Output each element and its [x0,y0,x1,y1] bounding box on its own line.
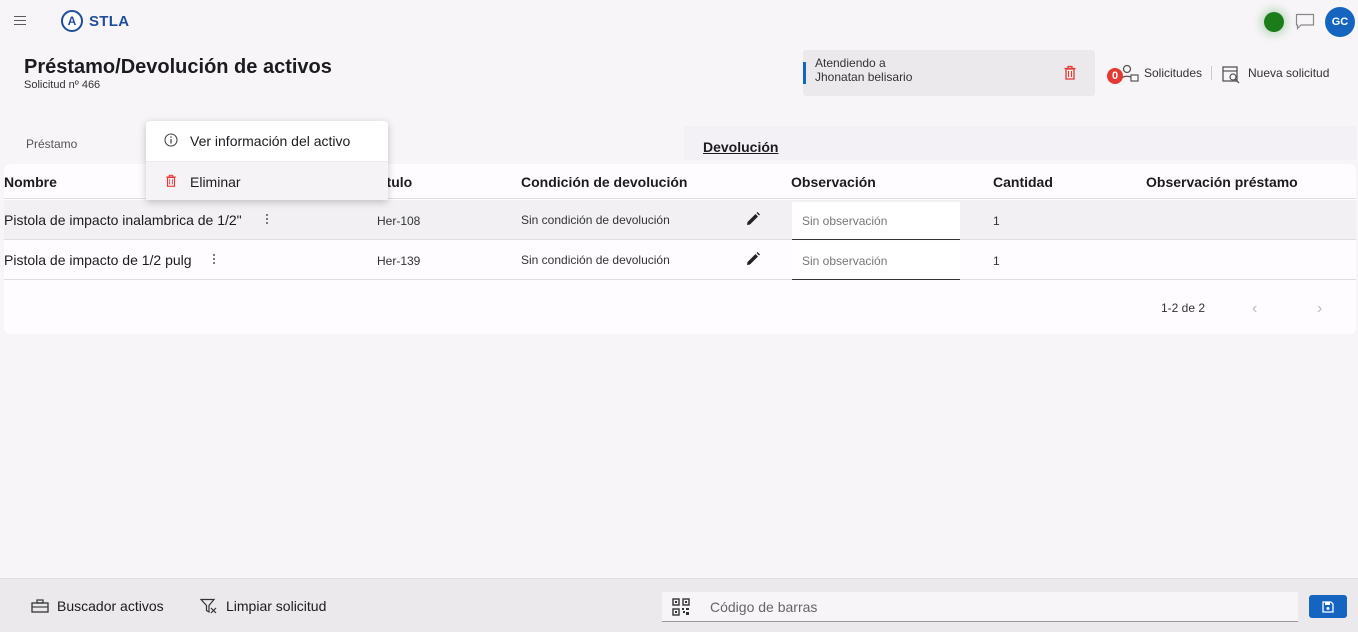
attending-card: Atendiendo a Jhonatan belisario [803,50,1095,96]
observation-input[interactable] [792,242,960,280]
page-title: Préstamo/Devolución de activos [24,56,332,78]
menu-item-view-info[interactable]: Ver información del activo [146,121,388,160]
barcode-field [662,592,1298,622]
clear-request-label: Limpiar solicitud [226,598,327,614]
menu-item-label: Ver información del activo [190,133,351,149]
new-request-icon [1222,66,1240,84]
tab-return[interactable]: Devolución [703,139,778,155]
barcode-input[interactable] [702,592,1292,622]
table-row[interactable]: Pistola de impacto de 1/2 pulg Her-139 S… [4,240,1356,280]
brand-name: STLA [89,12,130,30]
kebab-icon[interactable] [263,212,271,228]
edit-icon[interactable] [746,252,760,266]
asset-search-button[interactable]: Buscador activos [31,598,164,614]
info-icon [164,133,178,147]
save-icon [1322,600,1334,613]
logo-icon: A [61,10,83,32]
col-name[interactable]: Nombre [4,174,57,190]
chevron-right-icon[interactable]: › [1317,300,1322,318]
trash-icon [166,174,176,187]
clear-request-button[interactable]: Limpiar solicitud [200,598,326,614]
asset-label: Her-139 [377,254,421,268]
status-indicator [1264,12,1284,32]
col-observation[interactable]: Observación [791,174,876,190]
top-bar: A STLA GC [0,0,1358,44]
attending-accent-bar [803,62,806,84]
bottom-toolbar: Buscador activos Limpiar solicitud [0,578,1358,632]
toolbox-icon [31,599,49,613]
pagination-range: 1-2 de 2 [1161,301,1206,315]
col-quantity[interactable]: Cantidad [993,174,1053,190]
asset-search-label: Buscador activos [57,598,164,614]
kebab-icon[interactable] [210,252,218,268]
new-request-label: Nueva solicitud [1248,66,1330,80]
filter-clear-icon [200,598,217,614]
brand[interactable]: A STLA [61,10,129,32]
asset-label: Her-108 [377,214,421,228]
requests-badge: 0 [1107,68,1123,84]
menu-icon[interactable] [14,13,32,29]
request-number: Solicitud nº 466 [24,79,101,91]
save-button[interactable] [1309,595,1347,618]
qr-icon [672,598,690,616]
menu-item-label: Eliminar [190,174,241,190]
chevron-left-icon[interactable]: ‹ [1252,300,1257,318]
col-loan-observation[interactable]: Observación préstamo [1146,174,1298,190]
tab-return-area: Devolución [684,126,1356,160]
quantity: 1 [993,214,1000,228]
requests-label: Solicitudes [1144,66,1203,80]
edit-icon[interactable] [746,212,760,226]
observation-input[interactable] [792,202,960,240]
asset-name: Pistola de impacto de 1/2 pulg [4,252,192,268]
avatar[interactable]: GC [1325,7,1355,37]
attending-label: Atendiendo a [815,56,886,70]
trash-icon[interactable] [1063,65,1077,81]
menu-item-delete[interactable]: Eliminar [146,161,388,200]
row-context-menu: Ver información del activo Eliminar [146,121,388,200]
return-condition: Sin condición de devolución [521,213,670,227]
attending-name: Jhonatan belisario [815,70,913,84]
asset-name: Pistola de impacto inalambrica de 1/2" [4,212,242,228]
divider [1211,66,1212,80]
tab-loan[interactable]: Préstamo [26,137,77,151]
chat-icon[interactable] [1295,13,1315,30]
return-condition: Sin condición de devolución [521,253,670,267]
quantity: 1 [993,254,1000,268]
table-row[interactable]: Pistola de impacto inalambrica de 1/2" H… [4,200,1356,240]
col-condition[interactable]: Condición de devolución [521,174,687,190]
